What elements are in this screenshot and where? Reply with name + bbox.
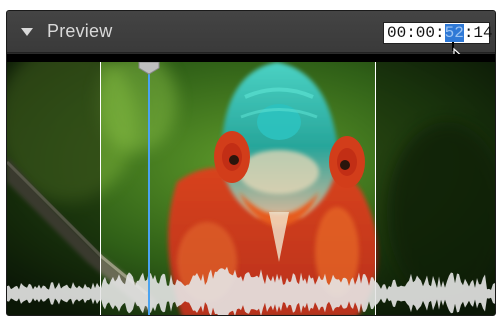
preview-top-border <box>7 54 495 62</box>
preview-header[interactable]: Preview 00:00:52:14 <box>7 11 495 53</box>
timecode-field[interactable]: 00:00:52:14 <box>383 22 493 44</box>
triangle-down-icon[interactable] <box>20 26 34 38</box>
trim-shade-left <box>7 62 100 315</box>
trim-shade-right <box>375 62 495 315</box>
video-frame <box>7 62 495 315</box>
video-preview-area[interactable] <box>7 62 495 315</box>
timecode-frames: :14 <box>463 24 493 42</box>
panel-title: Preview <box>47 21 113 41</box>
preview-panel: Preview 00:00:52:14 <box>6 10 496 316</box>
timecode-seconds-selected[interactable]: 52 <box>444 24 464 42</box>
timecode-hours-minutes: 00:00: <box>387 24 445 42</box>
